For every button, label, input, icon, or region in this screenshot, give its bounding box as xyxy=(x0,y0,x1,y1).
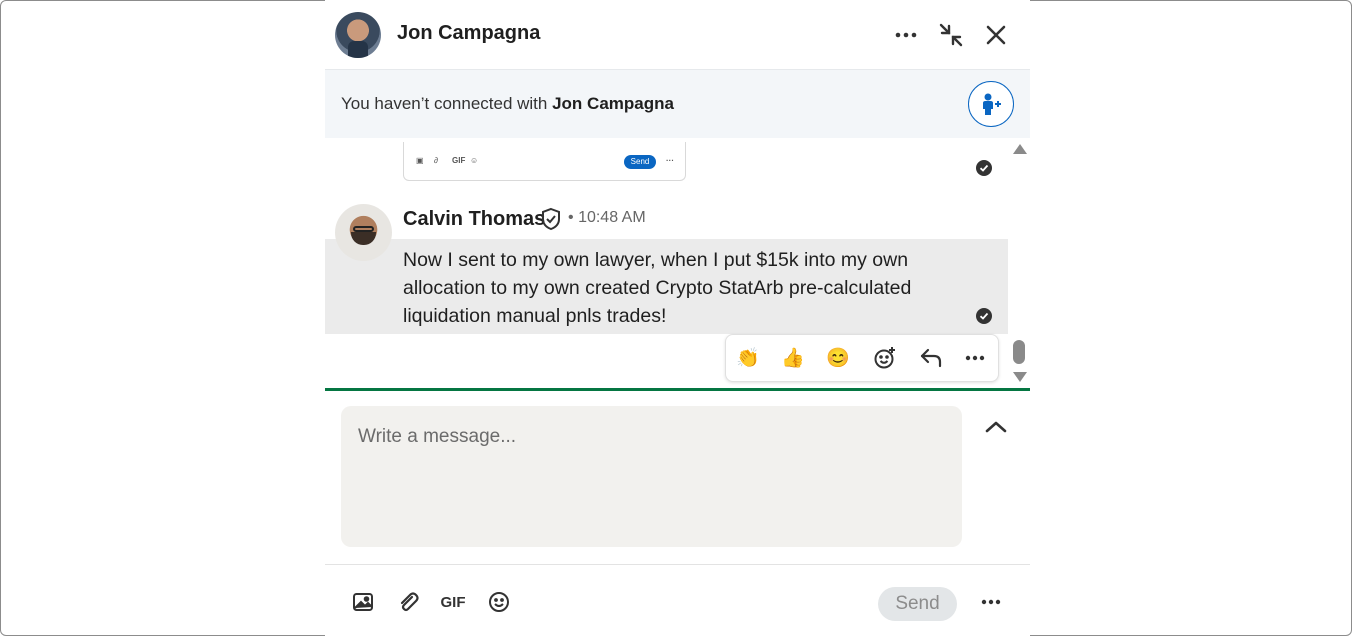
add-reaction-button[interactable] xyxy=(870,343,900,373)
preview-send-button: Send xyxy=(624,155,656,169)
message-scrollbar[interactable] xyxy=(1008,138,1030,388)
emoji-icon: ☺ xyxy=(470,156,479,165)
attach-image-button[interactable] xyxy=(349,588,377,616)
verified-shield-icon xyxy=(542,207,560,231)
chevron-up-icon xyxy=(985,421,1007,433)
read-receipt-icon xyxy=(976,160,992,176)
connect-button[interactable] xyxy=(968,81,1014,127)
close-button[interactable] xyxy=(981,20,1011,50)
reaction-smile-button[interactable]: 😊 xyxy=(823,343,853,373)
sender-avatar[interactable] xyxy=(335,204,392,261)
image-icon xyxy=(353,593,373,611)
connection-name: Jon Campagna xyxy=(552,94,674,113)
connection-banner: You haven’t connected with Jon Campagna xyxy=(325,69,1030,139)
add-emoji-icon xyxy=(874,347,895,369)
image-icon: ▣ xyxy=(416,156,424,165)
message-more-button[interactable] xyxy=(960,343,990,373)
reaction-like-button[interactable]: 👍 xyxy=(778,343,808,373)
connection-text: You haven’t connected with Jon Campagna xyxy=(341,94,674,113)
message-body: Now I sent to my own lawyer, when I put … xyxy=(403,249,912,327)
attach-file-button[interactable] xyxy=(394,588,422,616)
scroll-thumb[interactable] xyxy=(1013,340,1025,364)
preview-ellipsis-icon: ··· xyxy=(666,156,674,165)
more-options-button[interactable] xyxy=(891,20,921,50)
collapse-arrows-icon xyxy=(939,23,963,47)
close-icon xyxy=(986,25,1006,45)
minimize-button[interactable] xyxy=(936,20,966,50)
send-button[interactable]: Send xyxy=(878,587,957,621)
scroll-down-arrow-icon[interactable] xyxy=(1013,372,1027,382)
message-compose-box[interactable] xyxy=(341,406,962,547)
read-receipt-icon xyxy=(976,308,992,324)
add-person-icon xyxy=(983,93,1001,115)
conversation-title[interactable]: Jon Campagna xyxy=(397,22,540,45)
expand-compose-button[interactable] xyxy=(983,414,1009,440)
message-timestamp: • 10:48 AM xyxy=(568,209,646,226)
avatar[interactable] xyxy=(335,12,381,58)
sender-name[interactable]: Calvin Thomas xyxy=(403,208,545,231)
compose-options-button[interactable] xyxy=(976,588,1006,616)
message-list[interactable]: ▣ ∂ GIF ☺ Send ··· Calvin Thomas • 10:48… xyxy=(325,138,1030,388)
reaction-clap-button[interactable]: 👏 xyxy=(733,343,763,373)
reaction-toolbar: 👏 👍 😊 xyxy=(725,334,999,382)
conversation-header: Jon Campagna xyxy=(325,0,1030,69)
compose-divider xyxy=(325,388,1030,391)
attachment-icon: ∂ xyxy=(434,156,438,165)
messaging-panel: Jon Campagna You haven’t connected with … xyxy=(325,0,1030,636)
ellipsis-icon xyxy=(981,599,1001,605)
ellipsis-icon xyxy=(895,32,917,38)
footer-divider xyxy=(325,564,1030,565)
paperclip-icon xyxy=(400,592,419,612)
gif-icon: GIF xyxy=(452,156,466,165)
ellipsis-icon xyxy=(965,355,985,361)
reply-button[interactable] xyxy=(916,343,946,373)
scroll-up-arrow-icon[interactable] xyxy=(1013,144,1027,154)
reply-arrow-icon xyxy=(920,348,942,368)
message-input[interactable] xyxy=(341,406,962,547)
emoji-button[interactable] xyxy=(485,588,513,616)
previous-message-preview: ▣ ∂ GIF ☺ Send ··· xyxy=(403,142,686,181)
emoji-icon xyxy=(489,592,509,612)
gif-button[interactable]: GIF xyxy=(439,588,467,616)
